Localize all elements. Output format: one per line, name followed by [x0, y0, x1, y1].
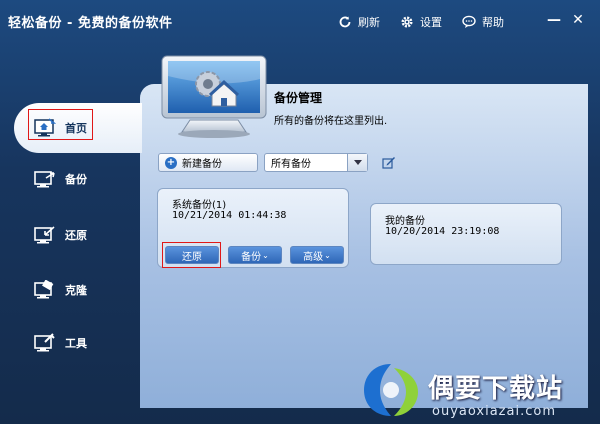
sidebar-item-label: 工具 — [65, 337, 87, 350]
new-backup-label: 新建备份 — [182, 159, 222, 170]
restore-highlight-frame — [162, 242, 221, 268]
app-window: 轻松备份 - 免费的备份软件 刷新 设置 帮助 — ✕ 首页 备份 还原 克隆 … — [0, 0, 600, 424]
double-chevron-down-icon: ⌄ — [324, 250, 331, 260]
backup-label: 备份 — [241, 251, 262, 263]
double-chevron-down-icon: ⌄ — [262, 250, 269, 260]
help-button[interactable]: 帮助 — [462, 13, 504, 31]
backup-management-icon — [161, 55, 267, 138]
watermark-url: ouyaoxiazai.com — [432, 404, 556, 419]
home-highlight-frame — [28, 109, 93, 140]
page-description: 所有的备份将在这里列出. — [274, 116, 388, 127]
backup-date: 10/20/2014 23:19:08 — [385, 226, 500, 237]
minimize-button[interactable]: — — [546, 12, 562, 28]
backup-date: 10/21/2014 01:44:38 — [172, 210, 287, 221]
watermark-brand: 偶要下载站 — [428, 374, 564, 404]
watermark-logo — [364, 364, 418, 416]
advanced-button[interactable]: 高级 ⌄ — [290, 246, 344, 264]
chevron-down-icon — [347, 154, 367, 171]
title-bar: 轻松备份 - 免费的备份软件 刷新 设置 帮助 — ✕ — [0, 0, 600, 42]
gear-icon — [401, 16, 413, 28]
sidebar-item-restore[interactable]: 还原 — [0, 210, 140, 260]
backup-button[interactable]: 备份 ⌄ — [228, 246, 282, 264]
new-backup-button[interactable]: + 新建备份 — [158, 153, 258, 172]
settings-button[interactable]: 设置 — [400, 13, 442, 31]
sidebar-item-clone[interactable]: 克隆 — [0, 265, 140, 315]
refresh-icon — [339, 16, 351, 28]
tools-icon — [34, 332, 56, 354]
filter-selected-value: 所有备份 — [271, 159, 311, 170]
edit-icon[interactable] — [382, 155, 396, 169]
backup-name: 我的备份 — [385, 216, 425, 227]
plus-icon: + — [165, 156, 177, 169]
app-title: 轻松备份 - 免费的备份软件 — [8, 16, 173, 31]
backup-filter-select[interactable]: 所有备份 — [264, 153, 368, 172]
sidebar-item-label: 克隆 — [65, 284, 87, 297]
close-button[interactable]: ✕ — [570, 12, 586, 28]
help-label: 帮助 — [482, 16, 504, 29]
sidebar-item-label: 还原 — [65, 229, 87, 242]
backup-name: 系统备份(1) — [172, 200, 227, 211]
sidebar-item-tools[interactable]: 工具 — [0, 318, 140, 368]
advanced-label: 高级 — [303, 251, 324, 263]
refresh-label: 刷新 — [358, 16, 380, 29]
help-icon — [462, 15, 476, 28]
settings-label: 设置 — [420, 16, 442, 29]
page-title: 备份管理 — [274, 91, 323, 105]
refresh-button[interactable]: 刷新 — [338, 13, 380, 31]
clone-icon — [34, 279, 56, 301]
restore-icon — [34, 224, 56, 246]
sidebar-item-label: 备份 — [65, 173, 87, 186]
backup-icon — [34, 168, 56, 190]
backup-card-mine[interactable]: 我的备份 10/20/2014 23:19:08 — [370, 203, 562, 265]
sidebar-item-backup[interactable]: 备份 — [0, 154, 140, 204]
